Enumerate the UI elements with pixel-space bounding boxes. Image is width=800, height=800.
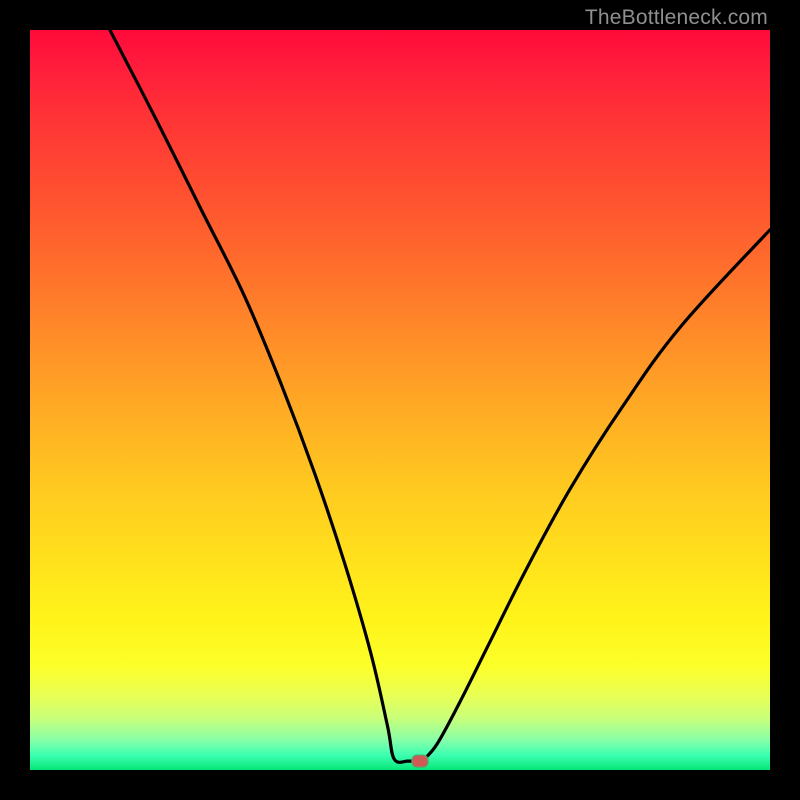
chart-frame: TheBottleneck.com <box>0 0 800 800</box>
bottleneck-curve <box>110 30 770 762</box>
watermark-text: TheBottleneck.com <box>585 6 768 30</box>
plot-area <box>30 30 770 770</box>
curve-svg <box>30 30 770 770</box>
optimum-marker <box>412 755 428 767</box>
